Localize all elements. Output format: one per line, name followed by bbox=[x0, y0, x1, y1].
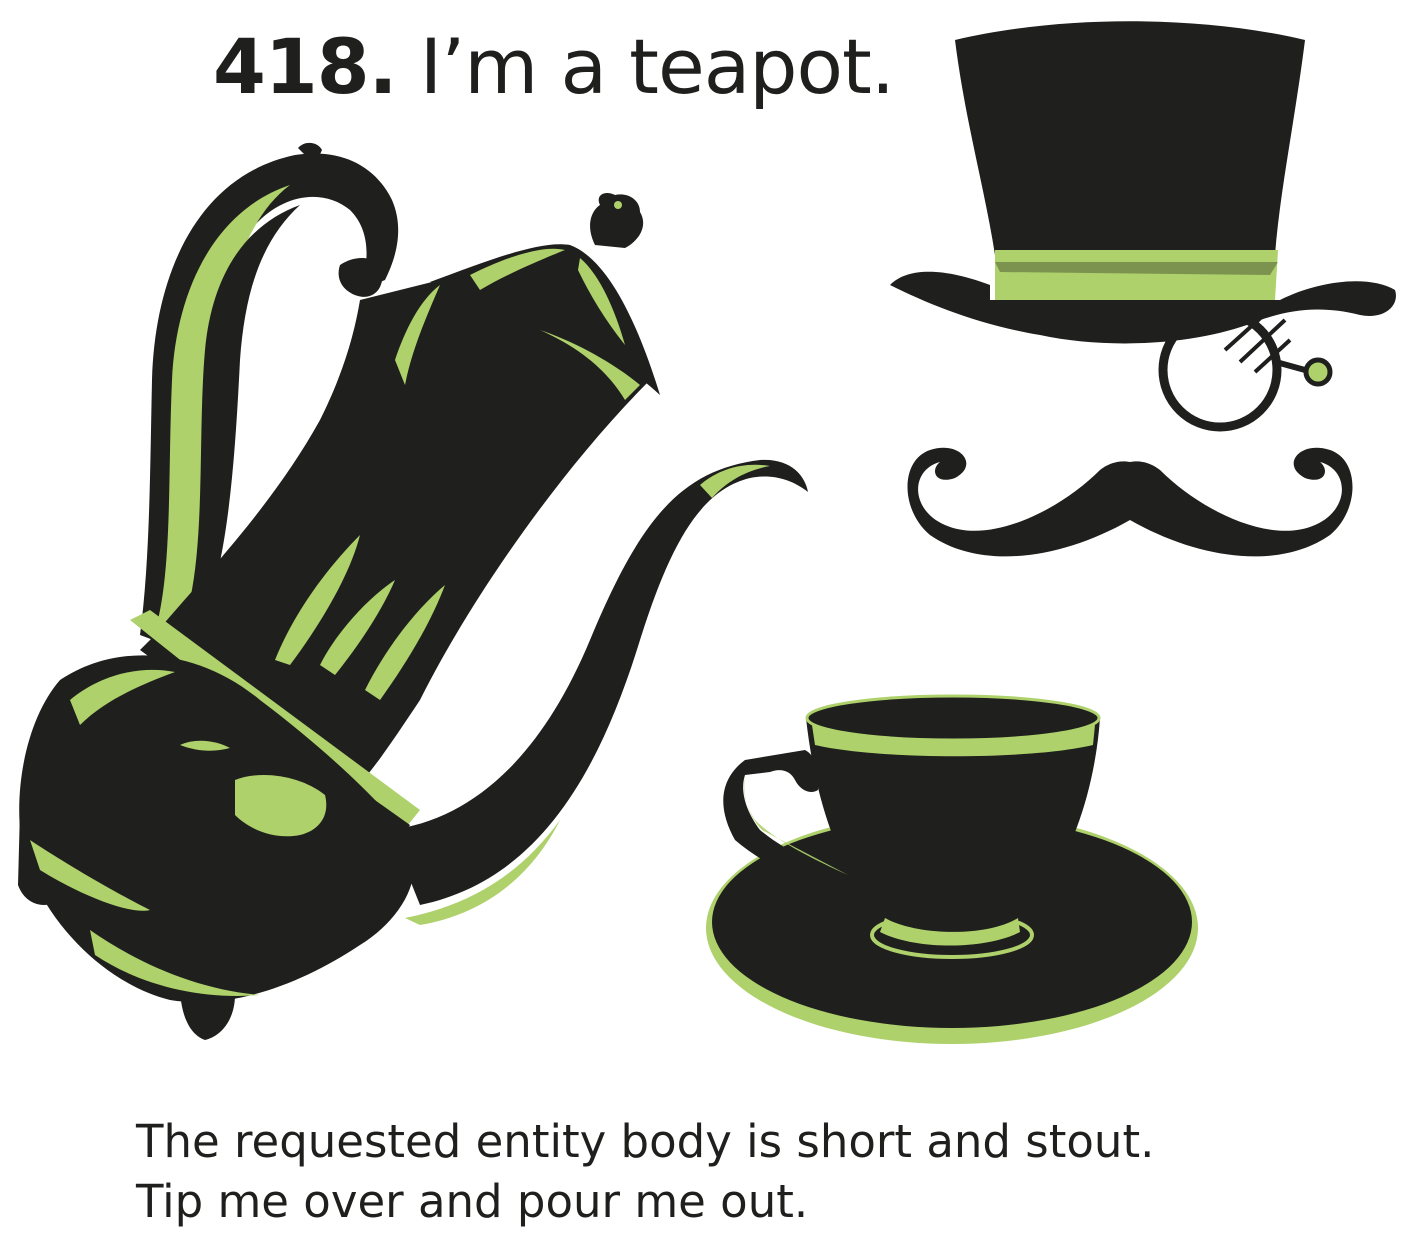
caption-line-1: The requested entity body is short and s… bbox=[136, 1115, 1155, 1168]
caption-line-2: Tip me over and pour me out. bbox=[136, 1175, 809, 1228]
mustache-icon bbox=[907, 447, 1353, 557]
monocle-icon bbox=[1158, 303, 1333, 432]
teapot-icon bbox=[18, 142, 808, 1040]
top-hat-icon bbox=[890, 21, 1396, 344]
illustration bbox=[18, 21, 1396, 1044]
caption: The requested entity body is short and s… bbox=[136, 1112, 1154, 1232]
